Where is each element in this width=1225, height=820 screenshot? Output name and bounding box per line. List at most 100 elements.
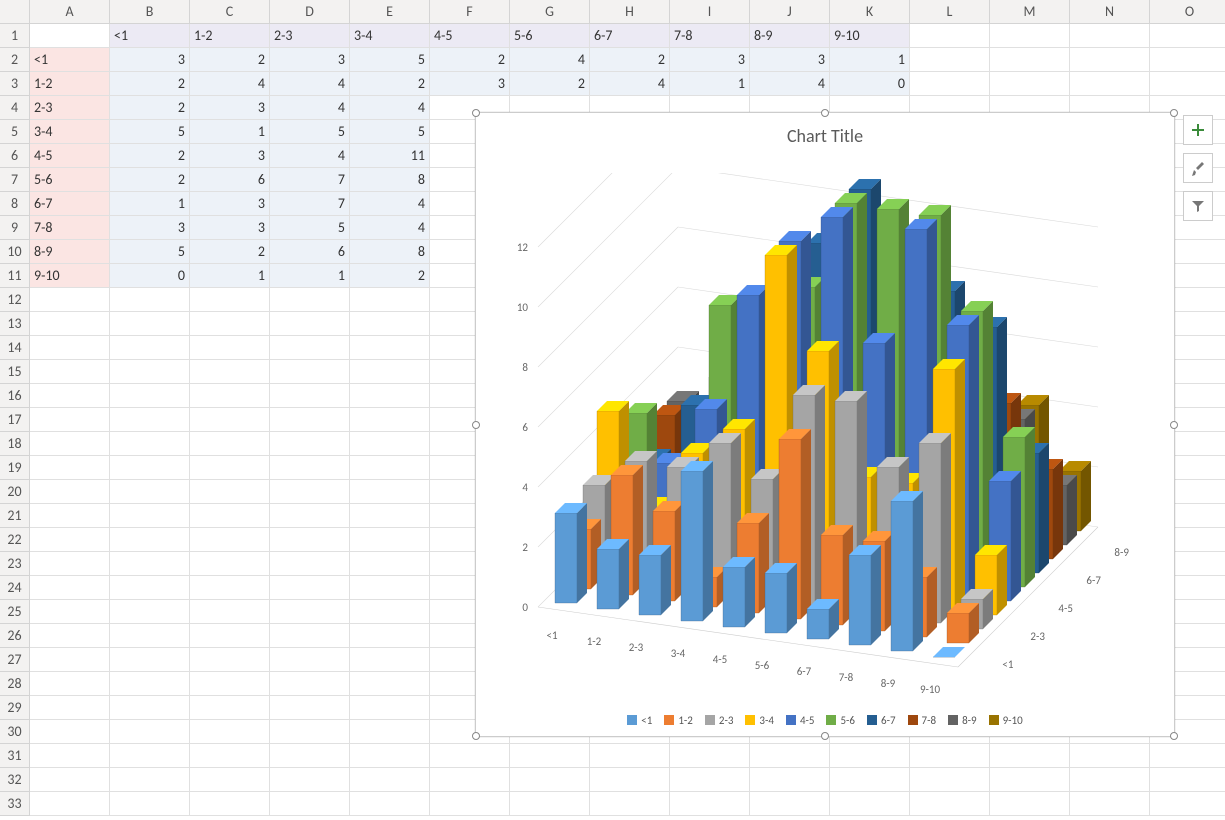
cell[interactable]: 5 (270, 120, 350, 144)
column-header[interactable]: A (30, 0, 110, 24)
cell[interactable] (350, 432, 430, 456)
cell[interactable]: 2 (110, 144, 190, 168)
cell[interactable]: 2 (430, 48, 510, 72)
cell[interactable] (190, 288, 270, 312)
row-header[interactable]: 19 (0, 456, 30, 480)
row-header[interactable]: 29 (0, 696, 30, 720)
cell[interactable]: 5 (350, 48, 430, 72)
cell[interactable] (350, 456, 430, 480)
cell[interactable] (270, 504, 350, 528)
cell[interactable]: 2-3 (270, 24, 350, 48)
cell[interactable]: 7 (270, 192, 350, 216)
cell[interactable]: <1 (30, 48, 110, 72)
cell[interactable]: 1 (190, 120, 270, 144)
cell[interactable] (110, 408, 190, 432)
row-header[interactable]: 25 (0, 600, 30, 624)
cell[interactable] (30, 480, 110, 504)
cell[interactable]: 4 (510, 48, 590, 72)
column-header[interactable]: C (190, 0, 270, 24)
legend-item[interactable]: 2-3 (705, 714, 734, 727)
chart-legend[interactable]: <11-22-33-44-55-66-77-88-99-10 (476, 714, 1174, 729)
cell[interactable] (910, 768, 990, 792)
row-header[interactable]: 33 (0, 792, 30, 816)
column-header[interactable]: H (590, 0, 670, 24)
cell[interactable] (30, 720, 110, 744)
cell[interactable] (350, 384, 430, 408)
legend-item[interactable]: 5-6 (826, 714, 855, 727)
cell[interactable] (350, 792, 430, 816)
row-header[interactable]: 32 (0, 768, 30, 792)
cell[interactable]: 3 (190, 192, 270, 216)
cell[interactable] (30, 432, 110, 456)
cell[interactable] (830, 768, 910, 792)
cell[interactable] (750, 744, 830, 768)
cell[interactable] (110, 552, 190, 576)
cell[interactable] (270, 792, 350, 816)
resize-handle[interactable] (472, 421, 480, 429)
cell[interactable] (30, 768, 110, 792)
row-header[interactable]: 21 (0, 504, 30, 528)
cell[interactable] (990, 744, 1070, 768)
cell[interactable]: 11 (350, 144, 430, 168)
cell[interactable] (30, 624, 110, 648)
cell[interactable] (30, 312, 110, 336)
cell[interactable]: 6 (270, 240, 350, 264)
cell[interactable] (30, 408, 110, 432)
cell[interactable] (270, 552, 350, 576)
cell[interactable] (590, 792, 670, 816)
cell[interactable] (110, 360, 190, 384)
cell[interactable] (990, 48, 1070, 72)
cell[interactable]: 4-5 (30, 144, 110, 168)
cell[interactable] (110, 432, 190, 456)
cell[interactable] (590, 768, 670, 792)
cell[interactable]: 3-4 (350, 24, 430, 48)
row-header[interactable]: 7 (0, 168, 30, 192)
cell[interactable] (910, 744, 990, 768)
cell[interactable]: 1 (670, 72, 750, 96)
row-header[interactable]: 10 (0, 240, 30, 264)
cell[interactable]: 4 (270, 96, 350, 120)
row-header[interactable]: 2 (0, 48, 30, 72)
cell[interactable]: 1 (270, 264, 350, 288)
cell[interactable]: 5 (350, 120, 430, 144)
cell[interactable] (350, 720, 430, 744)
cell[interactable] (190, 336, 270, 360)
cell[interactable] (1150, 48, 1225, 72)
row-header[interactable]: 22 (0, 528, 30, 552)
cell[interactable] (30, 792, 110, 816)
cell[interactable]: 2 (110, 96, 190, 120)
column-header[interactable]: I (670, 0, 750, 24)
cell[interactable] (110, 648, 190, 672)
cell[interactable] (190, 600, 270, 624)
cell[interactable]: 2 (110, 72, 190, 96)
cell[interactable] (30, 456, 110, 480)
cell[interactable]: 1 (190, 264, 270, 288)
row-header[interactable]: 1 (0, 24, 30, 48)
cell[interactable] (1150, 72, 1225, 96)
column-header[interactable]: K (830, 0, 910, 24)
row-header[interactable]: 8 (0, 192, 30, 216)
cell[interactable]: 7-8 (670, 24, 750, 48)
cell[interactable] (110, 384, 190, 408)
row-header[interactable]: 17 (0, 408, 30, 432)
cell[interactable] (670, 792, 750, 816)
cell[interactable] (350, 768, 430, 792)
cell[interactable] (190, 312, 270, 336)
cell[interactable]: 4 (350, 192, 430, 216)
cell[interactable] (350, 624, 430, 648)
cell[interactable] (350, 576, 430, 600)
cell[interactable] (270, 696, 350, 720)
cell[interactable] (110, 696, 190, 720)
cell[interactable]: 4 (590, 72, 670, 96)
cell[interactable] (110, 288, 190, 312)
cell[interactable] (350, 648, 430, 672)
cell[interactable] (110, 600, 190, 624)
legend-item[interactable]: 7-8 (908, 714, 937, 727)
resize-handle[interactable] (821, 109, 829, 117)
cell[interactable] (430, 744, 510, 768)
row-header[interactable]: 31 (0, 744, 30, 768)
cell[interactable] (190, 720, 270, 744)
legend-item[interactable]: 3-4 (745, 714, 774, 727)
cell[interactable]: 4 (350, 216, 430, 240)
cell[interactable] (1150, 744, 1225, 768)
